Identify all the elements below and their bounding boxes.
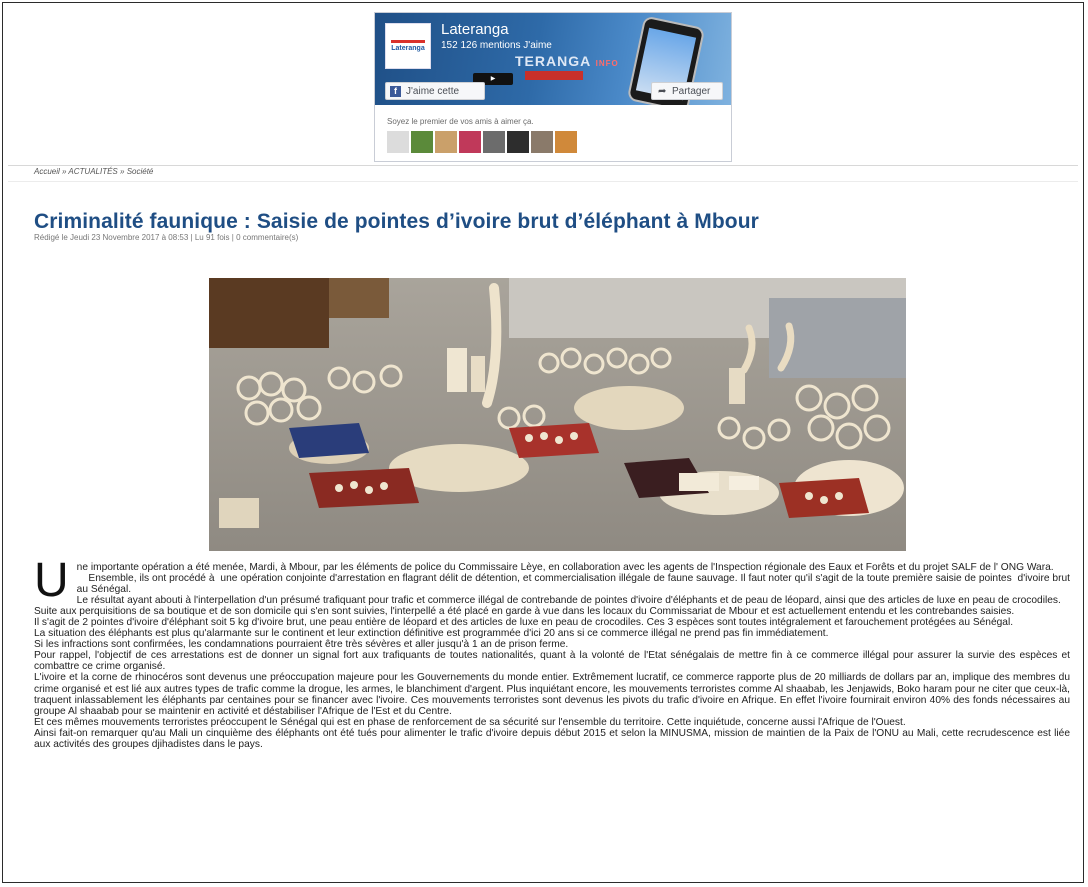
seized-ivory-image: [209, 278, 906, 551]
share-button[interactable]: ➦ Partager: [651, 82, 723, 100]
friend-avatars: [387, 131, 577, 153]
article-body: U ne importante opération a été menée, M…: [34, 554, 1070, 750]
article-paragraph: L'ivoire et la corne de rhinocéros sont …: [34, 672, 1070, 717]
friend-avatar[interactable]: [387, 131, 409, 153]
friend-avatar[interactable]: [459, 131, 481, 153]
article-paragraph: Le résultat ayant abouti à l'interpellat…: [76, 595, 1061, 607]
like-page-label: J'aime cette Page: [406, 86, 460, 105]
friends-like-text: Soyez le premier de vos amis à aimer ça.: [387, 117, 534, 126]
article-paragraph: Et ces mêmes mouvements terroristes préo…: [34, 716, 906, 728]
breadcrumb-bottom-rule: [8, 181, 1078, 182]
like-page-button[interactable]: f J'aime cette Page: [385, 82, 485, 105]
breadcrumb-home[interactable]: Accueil: [34, 167, 60, 176]
breadcrumb-separator: »: [120, 167, 125, 176]
share-arrow-icon: ➦: [658, 86, 667, 97]
breadcrumb-category[interactable]: Société: [127, 167, 154, 176]
article-paragraph: La situation des éléphants est plus qu'a…: [34, 628, 829, 640]
article-paragraph: ne importante opération a été menée, Mar…: [76, 562, 1054, 573]
article-photo[interactable]: [209, 278, 906, 551]
article-paragraph: Si les infractions sont confirmées, les …: [34, 639, 569, 651]
article-paragraph: Ensemble, ils ont procédé à une opératio…: [76, 573, 1070, 596]
facebook-cover[interactable]: Lateranga Lateranga 152 126 mentions J'a…: [375, 13, 731, 105]
friend-avatar[interactable]: [435, 131, 457, 153]
facebook-like-count: 152 126 mentions J'aime: [441, 40, 552, 51]
article-paragraph: Suite aux perquisitions de sa boutique e…: [34, 606, 1015, 618]
drop-cap-letter: U: [34, 554, 69, 607]
friend-avatar[interactable]: [507, 131, 529, 153]
article-paragraph: Ainsi fait-on remarquer qu'au Mali un ci…: [34, 727, 1070, 750]
article-meta: Rédigé le Jeudi 23 Novembre 2017 à 08:53…: [34, 233, 299, 242]
friend-avatar[interactable]: [411, 131, 433, 153]
facebook-icon: f: [390, 86, 401, 97]
article-title: Criminalité faunique : Saisie de pointes…: [34, 210, 759, 234]
friend-avatar[interactable]: [555, 131, 577, 153]
teranga-brand-logo: TERANGA INFO: [515, 53, 619, 69]
lateranga-logo[interactable]: Lateranga: [385, 23, 431, 69]
breadcrumb-section[interactable]: ACTUALITÉS: [68, 167, 117, 176]
friend-avatar[interactable]: [531, 131, 553, 153]
brand-tagline-bar: [525, 71, 583, 80]
friend-avatar[interactable]: [483, 131, 505, 153]
breadcrumb-separator: »: [62, 167, 67, 176]
breadcrumb-top-rule: [8, 165, 1078, 166]
breadcrumb: Accueil » ACTUALITÉS » Société: [34, 167, 153, 176]
share-label: Partager: [672, 86, 711, 97]
facebook-page-name[interactable]: Lateranga: [441, 21, 509, 38]
facebook-page-widget: Lateranga Lateranga 152 126 mentions J'a…: [374, 12, 732, 162]
article-paragraph: Il s'agit de 2 pointes d'ivoire d'élépha…: [34, 617, 1014, 629]
article-paragraph: Pour rappel, l'objectif de ces arrestati…: [34, 650, 1070, 673]
